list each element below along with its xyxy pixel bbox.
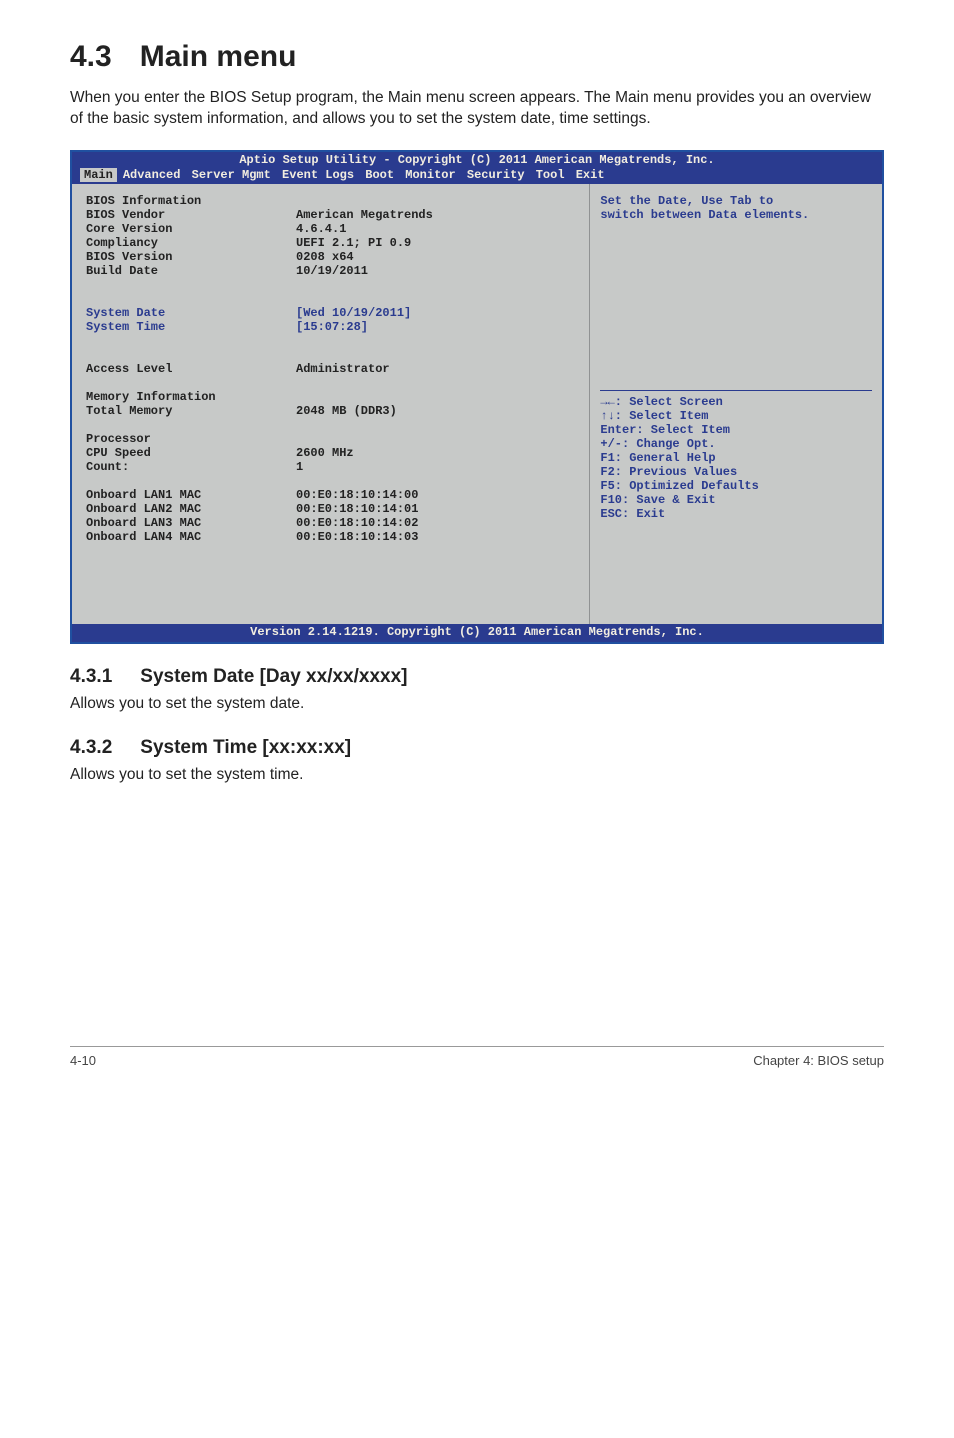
core-version-label: Core Version <box>86 222 296 236</box>
bios-nav-select-item: ↑↓: Select Item <box>600 409 708 423</box>
footer-chapter: Chapter 4: BIOS setup <box>753 1053 884 1068</box>
bios-tab-tool[interactable]: Tool <box>536 168 565 182</box>
bios-nav-optimized-defaults: F5: Optimized Defaults <box>600 479 758 493</box>
bios-help-line1: Set the Date, Use Tab to <box>600 194 773 208</box>
bios-right-panel: Set the Date, Use Tab to switch between … <box>590 184 882 624</box>
subsection-431-heading: 4.3.1 System Date [Day xx/xx/xxxx] <box>70 666 884 688</box>
build-date-value: 10/19/2011 <box>296 264 368 278</box>
bios-title: Aptio Setup Utility - Copyright (C) 2011… <box>72 152 882 168</box>
section-title-text: Main menu <box>140 40 297 73</box>
section-intro: When you enter the BIOS Setup program, t… <box>70 88 884 130</box>
bios-version-value: 0208 x64 <box>296 250 354 264</box>
subsection-431-number: 4.3.1 <box>70 666 112 687</box>
bios-help-line2: switch between Data elements. <box>600 208 809 222</box>
bios-screenshot: Aptio Setup Utility - Copyright (C) 2011… <box>70 150 884 644</box>
count-label: Count: <box>86 460 296 474</box>
subsection-432-heading: 4.3.2 System Time [xx:xx:xx] <box>70 737 884 759</box>
bios-vendor-label: BIOS Vendor <box>86 208 296 222</box>
bios-tab-advanced[interactable]: Advanced <box>123 168 181 182</box>
system-date-value[interactable]: [Wed 10/19/2011] <box>296 306 411 320</box>
bios-nav-general-help: F1: General Help <box>600 451 715 465</box>
lan3-value: 00:E0:18:10:14:02 <box>296 516 418 530</box>
compliancy-value: UEFI 2.1; PI 0.9 <box>296 236 411 250</box>
lan1-value: 00:E0:18:10:14:00 <box>296 488 418 502</box>
lan2-value: 00:E0:18:10:14:01 <box>296 502 418 516</box>
section-number: 4.3 <box>70 40 112 73</box>
access-level-value: Administrator <box>296 362 390 376</box>
core-version-value: 4.6.4.1 <box>296 222 346 236</box>
count-value: 1 <box>296 460 303 474</box>
system-date-label[interactable]: System Date <box>86 306 296 320</box>
subsection-432-number: 4.3.2 <box>70 737 112 758</box>
lan2-label: Onboard LAN2 MAC <box>86 502 296 516</box>
total-memory-label: Total Memory <box>86 404 296 418</box>
bios-help-text: Set the Date, Use Tab to switch between … <box>600 194 872 222</box>
bios-right-separator <box>600 390 872 391</box>
system-time-label[interactable]: System Time <box>86 320 296 334</box>
bios-version-label: BIOS Version <box>86 250 296 264</box>
cpu-speed-label: CPU Speed <box>86 446 296 460</box>
system-time-value[interactable]: [15:07:28] <box>296 320 368 334</box>
total-memory-value: 2048 MB (DDR3) <box>296 404 397 418</box>
bios-nav-previous-values: F2: Previous Values <box>600 465 737 479</box>
lan3-label: Onboard LAN3 MAC <box>86 516 296 530</box>
processor-label: Processor <box>86 432 296 446</box>
bios-left-panel: BIOS Information BIOS VendorAmerican Meg… <box>72 184 590 624</box>
bios-tab-boot[interactable]: Boot <box>365 168 394 182</box>
build-date-label: Build Date <box>86 264 296 278</box>
lan1-label: Onboard LAN1 MAC <box>86 488 296 502</box>
bios-tab-server-mgmt[interactable]: Server Mgmt <box>192 168 271 182</box>
bios-tab-main[interactable]: Main <box>80 168 117 182</box>
bios-tab-monitor[interactable]: Monitor <box>405 168 455 182</box>
bios-menubar: Main Advanced Server Mgmt Event Logs Boo… <box>72 168 882 184</box>
bios-nav-select-screen: →←: Select Screen <box>600 395 722 409</box>
compliancy-label: Compliancy <box>86 236 296 250</box>
access-level-label: Access Level <box>86 362 296 376</box>
bios-nav-save-exit: F10: Save & Exit <box>600 493 715 507</box>
bios-vendor-value: American Megatrends <box>296 208 433 222</box>
subsection-432-desc: Allows you to set the system time. <box>70 765 884 786</box>
cpu-speed-value: 2600 MHz <box>296 446 354 460</box>
section-heading: 4.3 Main menu <box>70 40 884 74</box>
page-footer: 4-10 Chapter 4: BIOS setup <box>70 1046 884 1068</box>
bios-info-heading: BIOS Information <box>86 194 296 208</box>
footer-page-number: 4-10 <box>70 1053 96 1068</box>
bios-tab-event-logs[interactable]: Event Logs <box>282 168 354 182</box>
bios-copyright: Version 2.14.1219. Copyright (C) 2011 Am… <box>72 624 882 642</box>
bios-tab-security[interactable]: Security <box>467 168 525 182</box>
bios-body: BIOS Information BIOS VendorAmerican Meg… <box>72 184 882 624</box>
memory-info-heading: Memory Information <box>86 390 296 404</box>
bios-nav-change-opt: +/-: Change Opt. <box>600 437 715 451</box>
subsection-432-title: System Time [xx:xx:xx] <box>140 737 351 758</box>
bios-nav-esc-exit: ESC: Exit <box>600 507 665 521</box>
lan4-value: 00:E0:18:10:14:03 <box>296 530 418 544</box>
subsection-431-title: System Date [Day xx/xx/xxxx] <box>140 666 407 687</box>
bios-nav-enter: Enter: Select Item <box>600 423 730 437</box>
bios-tab-exit[interactable]: Exit <box>576 168 605 182</box>
subsection-431-desc: Allows you to set the system date. <box>70 694 884 715</box>
lan4-label: Onboard LAN4 MAC <box>86 530 296 544</box>
